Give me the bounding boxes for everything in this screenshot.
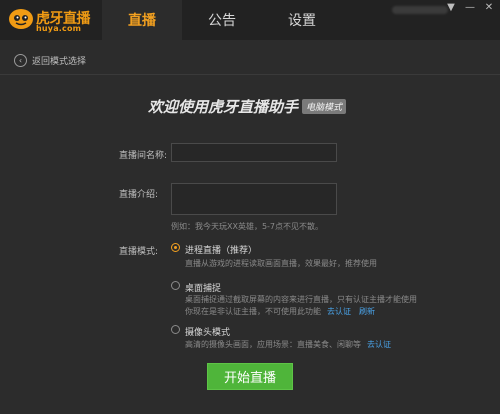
verify-link-desktop[interactable]: 去认证	[327, 307, 351, 316]
close-icon[interactable]: ✕	[484, 3, 494, 13]
live-assistant-window: 虎牙直播 huya.com 直播 公告 设置 ▼ — ✕ ‹ 返回模式选择 欢迎…	[0, 0, 500, 414]
mode-desktop-desc-1: 桌面捕捉通过截取屏幕的内容来进行直播，只有认证主播才能使用	[185, 295, 417, 304]
title-bar: 虎牙直播 huya.com 直播 公告 设置 ▼ — ✕	[0, 0, 500, 40]
room-name-input[interactable]	[171, 143, 337, 162]
tab-settings[interactable]: 设置	[262, 0, 342, 40]
main-tabs: 直播 公告 设置	[102, 0, 342, 40]
mode-badge: 电脑模式	[302, 99, 347, 114]
back-arrow-icon: ‹	[14, 54, 27, 67]
mode-desktop-desc-2-row: 你现在是非认证主播，不可使用此功能 去认证 刷新	[185, 306, 375, 317]
intro-label: 直播介绍:	[119, 190, 159, 200]
radio-desktop-capture[interactable]	[171, 281, 180, 290]
menu-dropdown-icon[interactable]: ▼	[446, 3, 456, 13]
refresh-link[interactable]: 刷新	[359, 307, 375, 316]
tab-live[interactable]: 直播	[102, 0, 182, 40]
mode-camera-title: 摄像头模式	[185, 328, 231, 338]
mode-process-title: 进程直播（推荐）	[185, 246, 258, 256]
mode-desktop-title: 桌面捕捉	[185, 284, 222, 294]
user-info-blurred	[392, 6, 448, 14]
back-to-mode-select[interactable]: ‹ 返回模式选择	[14, 54, 86, 67]
mode-desktop-desc-2: 你现在是非认证主播，不可使用此功能	[185, 307, 321, 316]
header-divider	[0, 74, 500, 75]
back-label: 返回模式选择	[32, 57, 87, 67]
mode-camera-desc: 高清的摄像头画面，应用场景：直播美食、闲聊等	[185, 340, 361, 349]
huya-logo: 虎牙直播 huya.com	[8, 6, 91, 34]
welcome-title: 欢迎使用虎牙直播助手	[148, 98, 299, 116]
radio-camera-mode[interactable]	[171, 325, 180, 334]
room-name-label: 直播间名称:	[119, 151, 168, 161]
window-controls: ▼ — ✕	[446, 3, 494, 13]
verify-link-camera[interactable]: 去认证	[367, 340, 391, 349]
intro-hint: 例如：我今天玩XX英雄，5-7点不见不散。	[171, 222, 324, 231]
start-live-button[interactable]: 开始直播	[207, 363, 293, 390]
mode-label: 直播模式:	[119, 247, 159, 257]
tab-announcement[interactable]: 公告	[182, 0, 262, 40]
intro-textarea[interactable]	[171, 183, 337, 215]
logo-subtext: huya.com	[36, 24, 82, 33]
minimize-icon[interactable]: —	[465, 3, 475, 13]
radio-process-live[interactable]	[171, 243, 180, 252]
mode-camera-desc-row: 高清的摄像头画面，应用场景：直播美食、闲聊等 去认证	[185, 339, 391, 350]
welcome-heading: 欢迎使用虎牙直播助手 电脑模式	[148, 96, 347, 117]
huya-logo-icon	[9, 9, 33, 29]
mode-process-desc: 直播从游戏的进程读取画面直播，效果最好，推荐使用	[185, 259, 377, 268]
